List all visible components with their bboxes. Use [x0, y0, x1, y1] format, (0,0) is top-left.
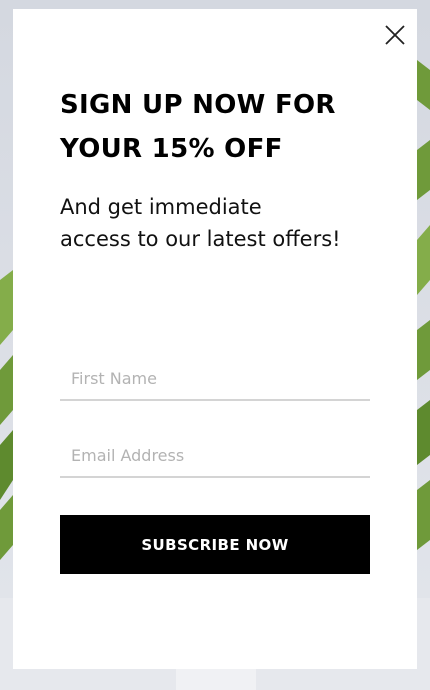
signup-modal: SIGN UP NOW FOR YOUR 15% OFF And get imm…: [13, 9, 417, 669]
email-field[interactable]: [60, 434, 370, 478]
subscribe-button[interactable]: SUBSCRIBE NOW: [60, 515, 370, 574]
popup-subtext: And get immediate access to our latest o…: [60, 195, 341, 251]
close-button[interactable]: [383, 23, 407, 47]
first-name-field[interactable]: [60, 357, 370, 401]
close-icon: [385, 25, 405, 45]
popup-headline: SIGN UP NOW FOR YOUR 15% OFF: [60, 90, 336, 164]
